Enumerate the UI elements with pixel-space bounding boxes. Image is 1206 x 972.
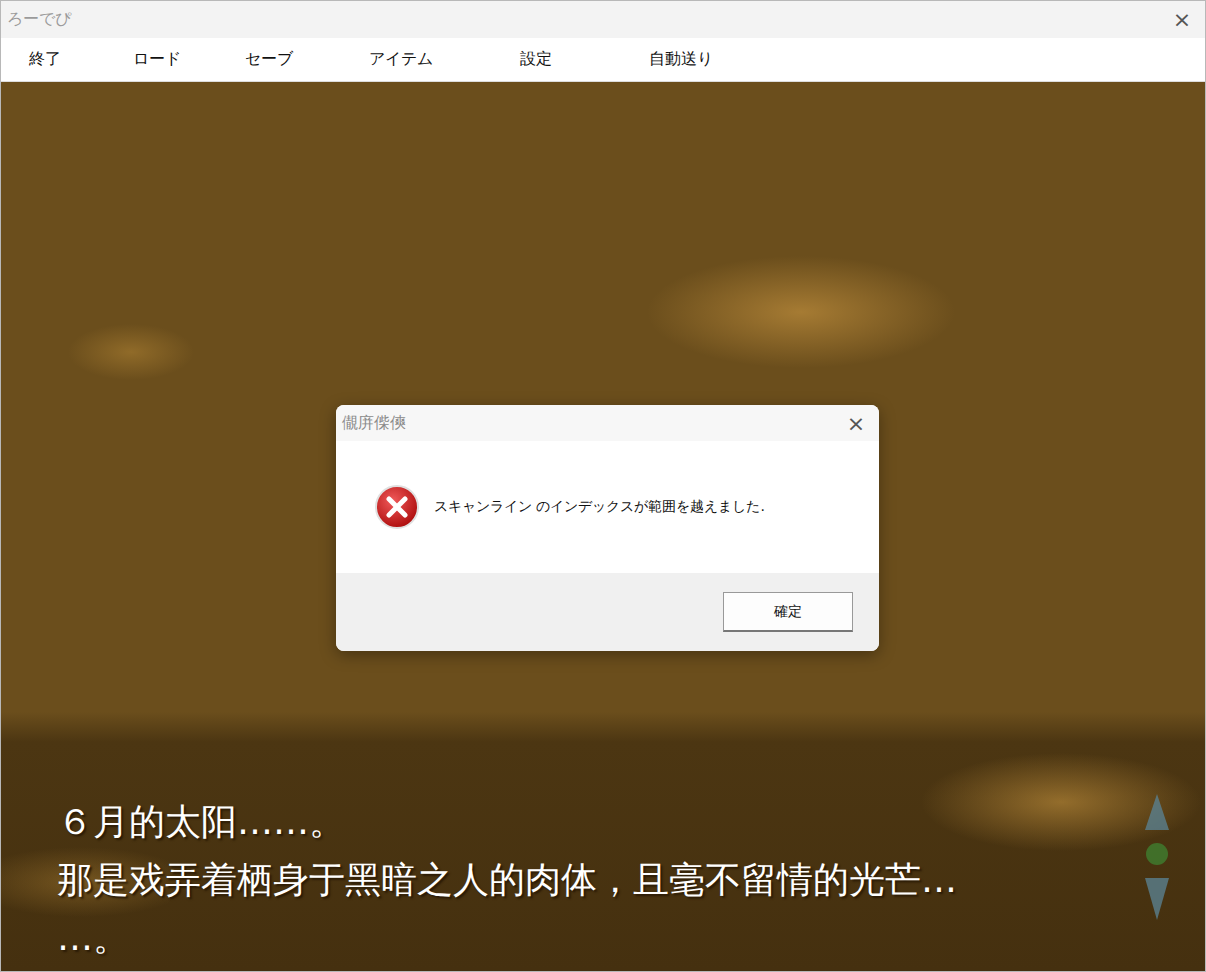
dialog-body: スキャンライン のインデックスが範囲を越えました.: [336, 441, 879, 573]
menu-item[interactable]: アイテム: [359, 45, 510, 74]
title-bar: ろーでぴ ×: [1, 1, 1205, 38]
menu-item[interactable]: 設定: [510, 45, 639, 74]
scroll-controls: [1143, 792, 1171, 922]
message-line: ６月的太阳……。: [57, 793, 1205, 851]
dialog-message: スキャンライン のインデックスが範囲を越えました.: [434, 498, 765, 516]
menu-item[interactable]: 自動送り: [639, 45, 759, 74]
close-button[interactable]: ×: [1159, 7, 1205, 32]
dialog-close-button[interactable]: ×: [833, 411, 879, 436]
arrow-up-icon[interactable]: [1143, 792, 1171, 832]
game-screen[interactable]: ６月的太阳……。那是戏弄着栖身于黑暗之人的肉体，且毫不留情的光芒……。 儬庰偨傸 ×…: [1, 82, 1205, 971]
arrow-down-icon[interactable]: [1143, 876, 1171, 922]
dialog-footer: 確定: [336, 573, 879, 651]
error-icon: [374, 484, 420, 530]
menu-item[interactable]: セーブ: [235, 45, 359, 74]
dialog-title-bar: 儬庰偨傸 ×: [336, 405, 879, 441]
green-dot-icon[interactable]: [1143, 840, 1171, 868]
message-line: …。: [57, 909, 1205, 967]
menu-item[interactable]: 終了: [19, 45, 123, 74]
message-box[interactable]: ６月的太阳……。那是戏弄着栖身于黑暗之人的肉体，且毫不留情的光芒……。: [1, 793, 1205, 971]
dialog-title: 儬庰偨傸: [342, 413, 406, 434]
window-title: ろーでぴ: [7, 9, 71, 30]
menu-item[interactable]: ロード: [123, 45, 235, 74]
message-line: 那是戏弄着栖身于黑暗之人的肉体，且毫不留情的光芒…: [57, 851, 1205, 909]
menu-bar: 終了ロードセーブアイテム設定自動送り: [1, 38, 1205, 82]
error-dialog: 儬庰偨傸 × スキャンライン のインデックスが範囲を越えました. 確定: [336, 405, 879, 651]
ok-button[interactable]: 確定: [723, 592, 853, 632]
